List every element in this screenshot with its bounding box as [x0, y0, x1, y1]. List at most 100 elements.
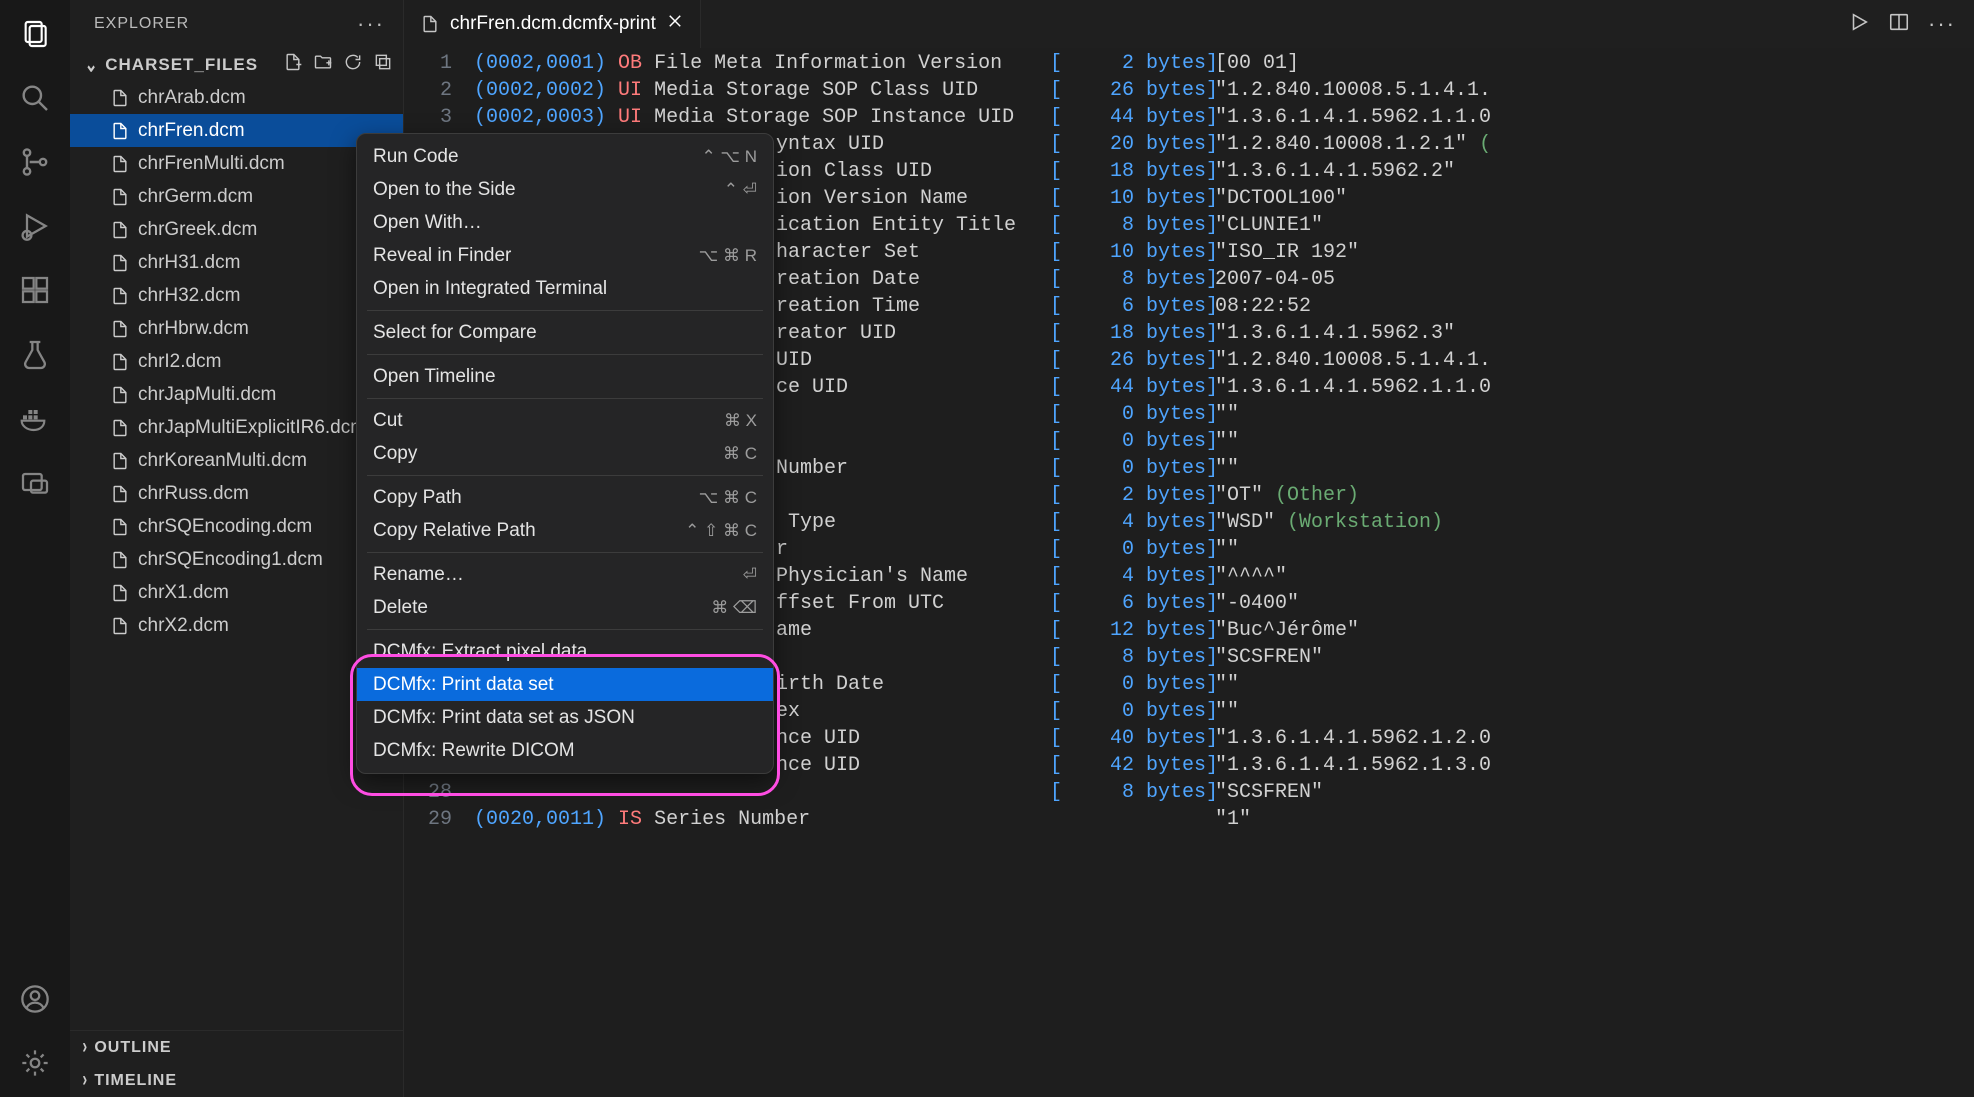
split-editor-icon[interactable] — [1888, 11, 1910, 38]
file-item[interactable]: chrRuss.dcm — [70, 477, 403, 510]
file-item[interactable]: chrJapMultiExplicitIR6.dcm — [70, 411, 403, 444]
menu-item-shortcut: ⌃ ⏎ — [724, 180, 757, 200]
menu-separator — [367, 354, 763, 355]
file-item[interactable]: chrGerm.dcm — [70, 180, 403, 213]
menu-item-label: Cut — [373, 410, 403, 432]
sidebar-title: EXPLORER — [94, 15, 189, 33]
file-name: chrGerm.dcm — [138, 186, 253, 208]
menu-item-label: Copy — [373, 443, 417, 465]
context-menu: Run Code ⌃ ⌥ N Open to the Side⌃ ⏎ Open Wit… — [356, 133, 774, 774]
extensions-icon[interactable] — [19, 274, 51, 306]
file-icon — [110, 517, 130, 537]
refresh-icon[interactable] — [343, 52, 363, 77]
menu-item[interactable]: Copy ⌘ C — [357, 437, 773, 470]
menu-item[interactable]: Open to the Side⌃ ⏎ — [357, 173, 773, 206]
menu-item[interactable]: Open Timeline — [357, 360, 773, 393]
file-item[interactable]: chrSQEncoding1.dcm — [70, 543, 403, 576]
file-item[interactable]: chrH32.dcm — [70, 279, 403, 312]
file-icon — [110, 550, 130, 570]
outline-section[interactable]: › OUTLINE — [70, 1031, 403, 1064]
menu-item[interactable]: Cut ⌘ X — [357, 404, 773, 437]
file-icon — [110, 583, 130, 603]
menu-item-label: Run Code — [373, 146, 459, 168]
file-name: chrFren.dcm — [138, 120, 245, 142]
file-icon — [110, 286, 130, 306]
menu-item-shortcut: ⌘ X — [724, 411, 757, 431]
menu-item-label: Open in Integrated Terminal — [373, 278, 607, 300]
menu-item[interactable]: Reveal in Finder⌥ ⌘ R — [357, 239, 773, 272]
menu-item[interactable]: Delete⌘ ⌫ — [357, 591, 773, 624]
explorer-icon[interactable] — [19, 18, 51, 50]
file-item[interactable]: chrGreek.dcm — [70, 213, 403, 246]
new-file-icon[interactable] — [283, 52, 303, 77]
file-item[interactable]: chrX2.dcm — [70, 609, 403, 642]
run-debug-icon[interactable] — [19, 210, 51, 242]
remote-icon[interactable] — [19, 466, 51, 498]
activity-bar — [0, 0, 70, 1097]
tab-close-icon[interactable] — [666, 12, 684, 36]
file-name: chrJapMulti.dcm — [138, 384, 276, 406]
menu-item[interactable]: Run Code ⌃ ⌥ N — [357, 140, 773, 173]
menu-item-label: DCMfx: Extract pixel data — [373, 641, 587, 663]
file-icon — [110, 319, 130, 339]
menu-item[interactable]: Open With… — [357, 206, 773, 239]
menu-item-shortcut: ⏎ — [743, 565, 757, 585]
file-icon — [110, 451, 130, 471]
editor-more-icon[interactable]: ··· — [1928, 11, 1956, 38]
menu-item[interactable]: DCMfx: Extract pixel data — [357, 635, 773, 668]
file-item[interactable]: chrKoreanMulti.dcm — [70, 444, 403, 477]
menu-item[interactable]: DCMfx: Print data set as JSON — [357, 701, 773, 734]
chevron-right-icon: › — [82, 1036, 88, 1059]
menu-item[interactable]: DCMfx: Print data set — [357, 668, 773, 701]
menu-item-label: Open Timeline — [373, 366, 496, 388]
file-item[interactable]: chrJapMulti.dcm — [70, 378, 403, 411]
file-item[interactable]: chrX1.dcm — [70, 576, 403, 609]
file-icon — [110, 484, 130, 504]
menu-item-shortcut: ⌃ ⌥ N — [701, 147, 757, 167]
file-item[interactable]: chrH31.dcm — [70, 246, 403, 279]
menu-item-label: DCMfx: Rewrite DICOM — [373, 740, 575, 762]
menu-item-label: Open With… — [373, 212, 482, 234]
file-icon — [110, 220, 130, 240]
accounts-icon[interactable] — [19, 983, 51, 1015]
folder-name: CHARSET_FILES — [105, 55, 277, 75]
testing-icon[interactable] — [19, 338, 51, 370]
menu-item-shortcut: ⌘ C — [723, 444, 757, 464]
run-file-icon[interactable] — [1848, 11, 1870, 38]
file-icon — [110, 385, 130, 405]
collapse-folders-icon[interactable] — [373, 52, 393, 77]
file-name: chrH31.dcm — [138, 252, 240, 274]
timeline-section[interactable]: › TIMELINE — [70, 1064, 403, 1097]
file-icon — [110, 418, 130, 438]
menu-item[interactable]: Open in Integrated Terminal — [357, 272, 773, 305]
file-name: chrJapMultiExplicitIR6.dcm — [138, 417, 366, 439]
menu-item[interactable]: DCMfx: Rewrite DICOM — [357, 734, 773, 767]
menu-item[interactable]: Rename…⏎ — [357, 558, 773, 591]
file-name: chrRuss.dcm — [138, 483, 249, 505]
file-item[interactable]: chrHbrw.dcm — [70, 312, 403, 345]
file-item[interactable]: chrSQEncoding.dcm — [70, 510, 403, 543]
file-name: chrX1.dcm — [138, 582, 229, 604]
file-item[interactable]: chrI2.dcm — [70, 345, 403, 378]
sidebar-more-icon[interactable]: ··· — [357, 11, 385, 37]
menu-item[interactable]: Select for Compare — [357, 316, 773, 349]
menu-item[interactable]: Copy Path⌥ ⌘ C — [357, 481, 773, 514]
menu-item[interactable]: Copy Relative Path⌃ ⇧ ⌘ C — [357, 514, 773, 547]
file-name: chrKoreanMulti.dcm — [138, 450, 307, 472]
menu-item-shortcut: ⌥ ⌘ R — [699, 246, 757, 266]
chevron-right-icon: › — [82, 1069, 88, 1092]
settings-gear-icon[interactable] — [19, 1047, 51, 1079]
file-name: chrSQEncoding1.dcm — [138, 549, 323, 571]
folder-header[interactable]: ⌄ CHARSET_FILES — [70, 48, 403, 81]
source-control-icon[interactable] — [19, 146, 51, 178]
file-item[interactable]: chrFrenMulti.dcm — [70, 147, 403, 180]
docker-icon[interactable] — [19, 402, 51, 434]
file-item[interactable]: chrArab.dcm — [70, 81, 403, 114]
new-folder-icon[interactable] — [313, 52, 333, 77]
editor-tab[interactable]: chrFren.dcm.dcmfx-print — [404, 0, 701, 48]
menu-separator — [367, 552, 763, 553]
file-item[interactable]: chrFren.dcm — [70, 114, 403, 147]
file-icon — [110, 154, 130, 174]
menu-item-label: Copy Path — [373, 487, 462, 509]
search-icon[interactable] — [19, 82, 51, 114]
